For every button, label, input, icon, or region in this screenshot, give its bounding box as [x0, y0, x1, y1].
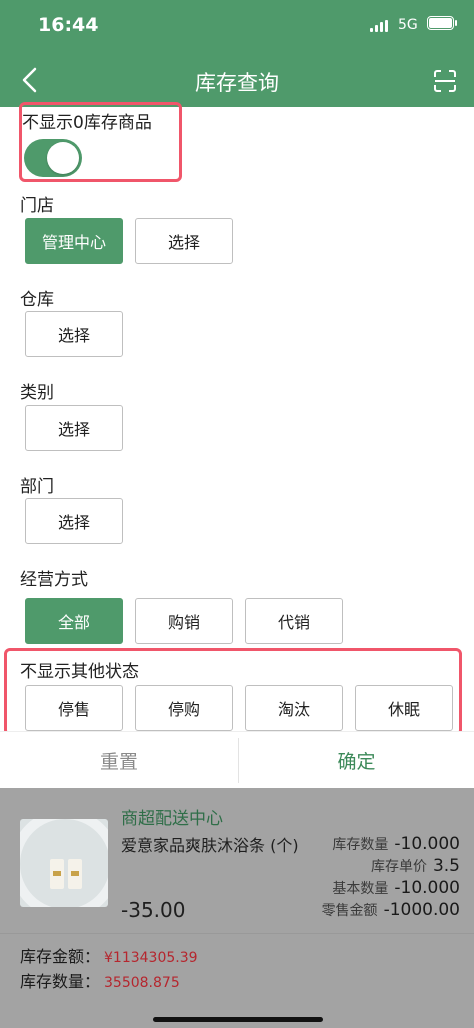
department-label: 部门	[20, 477, 54, 497]
action-bar: 重置 确定	[0, 731, 474, 788]
status-bar: 16:44 5G	[0, 0, 474, 50]
summary-amount-value: ¥1134305.39	[104, 950, 198, 966]
highlight-box-status	[4, 648, 462, 736]
item-price: -35.00	[121, 898, 186, 922]
business-mode-label: 经营方式	[20, 570, 88, 590]
item-field-row: 基本数量 -10.000	[332, 878, 460, 898]
summary-amount-label: 库存金额：	[20, 947, 101, 966]
mode-option-purchase-sale[interactable]: 购销	[135, 598, 233, 644]
item-field-row: 零售金额 -1000.00	[322, 900, 460, 920]
network-type: 5G	[398, 17, 418, 33]
summary-amount: 库存金额： ¥1134305.39	[20, 943, 198, 967]
category-label: 类别	[20, 383, 54, 403]
field-key: 库存数量	[332, 837, 389, 853]
battery-icon	[427, 16, 457, 30]
field-key: 零售金额	[321, 903, 378, 919]
home-indicator[interactable]	[153, 1017, 323, 1022]
summary-quantity-label: 库存数量：	[20, 972, 101, 991]
product-image	[20, 819, 108, 907]
store-option-management-center[interactable]: 管理中心	[25, 218, 123, 264]
signal-icon	[370, 20, 392, 32]
item-store: 商超配送中心	[121, 809, 223, 829]
summary-quantity: 库存数量： 35508.875	[20, 968, 180, 992]
field-value: 3.5	[432, 856, 460, 876]
highlight-box-toggle	[19, 102, 182, 182]
field-key: 基本数量	[332, 881, 389, 897]
store-label: 门店	[20, 196, 54, 216]
warehouse-label: 仓库	[20, 290, 54, 310]
category-select-button[interactable]: 选择	[25, 405, 123, 451]
nav-bar: 库存查询	[0, 50, 474, 107]
scan-icon[interactable]	[434, 70, 456, 92]
confirm-button[interactable]: 确定	[239, 732, 474, 789]
item-name: 爱意家品爽肤沐浴条 (个)	[121, 836, 299, 855]
department-select-button[interactable]: 选择	[25, 498, 123, 544]
item-field-row: 库存单价 3.5	[371, 856, 460, 876]
summary-divider	[0, 933, 474, 934]
field-value: -10.000	[394, 834, 460, 854]
status-time: 16:44	[38, 14, 99, 36]
field-key: 库存单价	[370, 859, 427, 875]
summary-quantity-value: 35508.875	[104, 975, 180, 991]
reset-button[interactable]: 重置	[0, 732, 238, 789]
item-field-row: 库存数量 -10.000	[332, 834, 460, 854]
store-select-button[interactable]: 选择	[135, 218, 233, 264]
warehouse-select-button[interactable]: 选择	[25, 311, 123, 357]
field-value: -10.000	[394, 878, 460, 898]
result-list-overlay[interactable]: 商超配送中心 爱意家品爽肤沐浴条 (个) -35.00 库存数量 -10.000 …	[0, 788, 474, 1028]
page-title: 库存查询	[195, 71, 279, 95]
field-value: -1000.00	[383, 900, 460, 920]
mode-option-consignment[interactable]: 代销	[245, 598, 343, 644]
mode-option-all[interactable]: 全部	[25, 598, 123, 644]
